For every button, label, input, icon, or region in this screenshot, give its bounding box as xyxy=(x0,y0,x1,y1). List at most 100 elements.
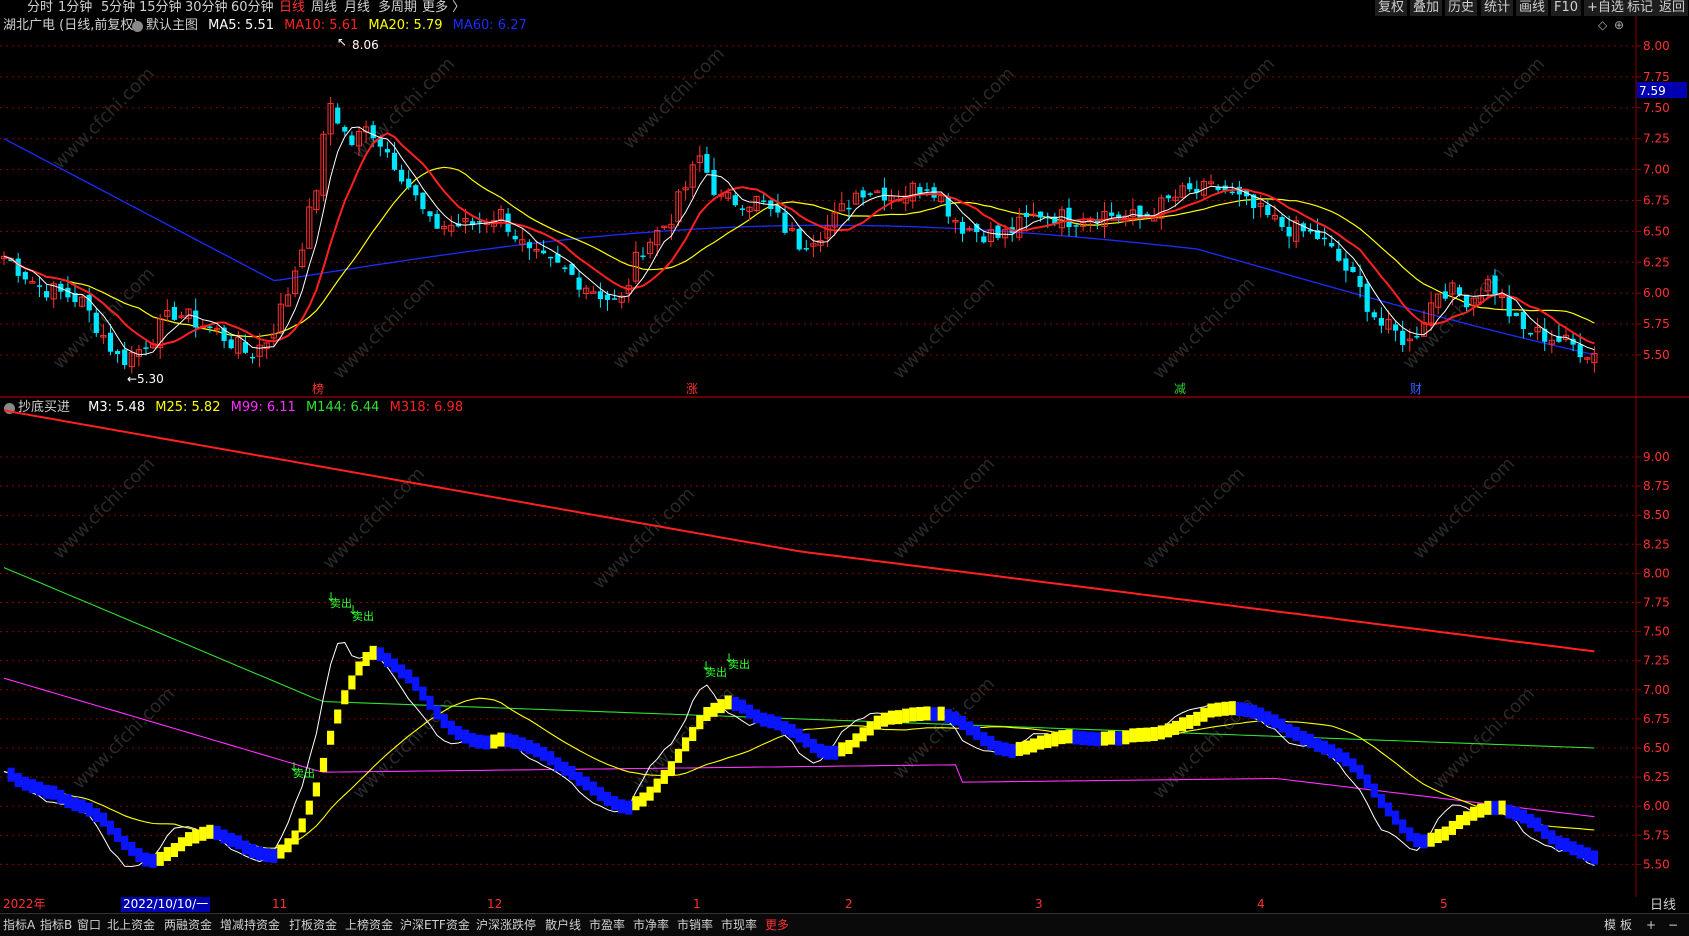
ribbon-segment xyxy=(994,740,1002,755)
ribbon-segment xyxy=(163,847,171,862)
price-tick-label: 5.50 xyxy=(1643,348,1670,362)
marker-zhang[interactable]: 涨 xyxy=(686,381,698,396)
bottom-tab-etf-funds[interactable]: 沪深ETF资金 xyxy=(400,917,470,933)
ribbon-segment xyxy=(469,733,477,748)
bottom-tab-holdings-change[interactable]: 增减持资金 xyxy=(220,917,280,933)
ribbon-segment xyxy=(738,699,746,714)
ribbon-segment xyxy=(213,825,221,840)
ribbon-segment xyxy=(1221,701,1229,716)
low-price-label: ←5.30 xyxy=(127,372,164,386)
ribbon-segment xyxy=(341,690,349,705)
ribbon-segment xyxy=(561,761,569,776)
ribbon-segment xyxy=(355,661,363,676)
marker-jian[interactable]: 减 xyxy=(1174,382,1186,396)
ribbon-segment xyxy=(192,829,200,844)
ribbon-segment xyxy=(951,711,959,726)
bottom-tab-more[interactable]: 更多 xyxy=(765,917,789,933)
ribbon-segment xyxy=(1001,742,1009,757)
candle-down xyxy=(171,307,177,320)
candle-down xyxy=(228,339,234,349)
ribbon-segment xyxy=(1228,701,1236,716)
ribbon-segment xyxy=(504,733,512,748)
candle-down xyxy=(576,277,582,290)
ribbon-segment xyxy=(646,786,654,801)
ribbon-segment xyxy=(248,844,257,859)
bottom-tab-margin[interactable]: 两融资金 xyxy=(164,917,212,933)
candle-down xyxy=(93,312,99,333)
ribbon-segment xyxy=(170,843,178,858)
candle-down xyxy=(867,193,873,195)
indicator-tick-label: 7.25 xyxy=(1643,654,1670,668)
candle-down xyxy=(597,291,603,300)
bottom-tab-pe[interactable]: 市盈率 xyxy=(589,917,625,933)
mode-button[interactable]: 模 xyxy=(1604,917,1616,933)
ribbon-segment xyxy=(568,765,576,780)
candle-down xyxy=(1322,237,1328,240)
candle-down xyxy=(1371,312,1377,318)
ribbon-segment xyxy=(703,707,711,722)
marker-cai[interactable]: 财 xyxy=(1410,382,1422,396)
bottom-tab-pcf[interactable]: 市现率 xyxy=(721,917,757,933)
kline-chart[interactable]: www.cfchi.com www.cfchi.com www.cfchi.com w… xyxy=(0,0,1689,897)
ribbon-segment xyxy=(263,848,271,863)
candle-down xyxy=(512,235,518,240)
ribbon-segment xyxy=(277,844,285,859)
ribbon-segment xyxy=(1179,717,1187,732)
ribbon-segment xyxy=(575,771,583,786)
ribbon-segment xyxy=(1122,730,1130,745)
ribbon-segment xyxy=(50,785,58,800)
candle-down xyxy=(981,236,987,243)
ribbon-segment xyxy=(1115,731,1123,746)
ribbon-segment xyxy=(554,757,562,772)
ribbon-segment xyxy=(916,706,924,721)
candle-down xyxy=(122,349,128,366)
ribbon-segment xyxy=(149,853,157,868)
bottom-tab-limit-up-funds[interactable]: 打板资金 xyxy=(289,917,337,933)
candle-down xyxy=(1393,324,1399,331)
bottom-tab-board-funds[interactable]: 上榜资金 xyxy=(345,917,393,933)
bottom-tab-retail-line[interactable]: 散户线 xyxy=(545,917,581,933)
ribbon-segment xyxy=(1200,707,1208,722)
zoom-out-button[interactable]: − xyxy=(1668,917,1678,933)
ribbon-segment xyxy=(106,820,115,835)
ribbon-segment xyxy=(1477,803,1485,818)
bottom-tab-pb[interactable]: 市净率 xyxy=(633,917,669,933)
marker-bang[interactable]: 榜 xyxy=(312,381,324,396)
bottom-tab-limit-stats[interactable]: 沪深涨跌停 xyxy=(476,917,536,933)
ribbon-segment xyxy=(1100,731,1109,746)
board-button[interactable]: 板 xyxy=(1620,917,1632,933)
ribbon-segment xyxy=(816,743,825,758)
ribbon-segment xyxy=(1370,783,1378,798)
ribbon-segment xyxy=(1463,811,1471,826)
ribbon-segment xyxy=(206,824,214,839)
ribbon-segment xyxy=(1015,741,1023,756)
ribbon-segment xyxy=(1079,731,1087,746)
ribbon-segment xyxy=(987,735,995,750)
candle-down xyxy=(335,107,341,124)
ribbon-segment xyxy=(1008,743,1016,758)
ribbon-segment xyxy=(1548,830,1556,845)
ribbon-segment xyxy=(873,715,881,730)
ribbon-segment xyxy=(753,709,761,724)
zoom-in-button[interactable]: + xyxy=(1646,917,1656,933)
bottom-tab-indicator-a[interactable]: 指标A xyxy=(3,917,35,933)
ribbon-segment xyxy=(1377,793,1385,808)
ribbon-segment xyxy=(57,789,65,804)
bottom-tab-window[interactable]: 窗口 xyxy=(77,917,101,933)
ribbon-segment xyxy=(1363,774,1371,789)
ribbon-segment xyxy=(930,707,938,722)
ribbon-segment xyxy=(973,725,981,740)
bottom-tab-indicator-b[interactable]: 指标B xyxy=(40,917,72,933)
ribbon-segment xyxy=(887,710,896,725)
ribbon-segment xyxy=(291,830,299,845)
ribbon-segment xyxy=(497,732,505,747)
bottom-toolbar: 指标A 指标B 窗口 北上资金 两融资金 增减持资金 打板资金 上榜资金 沪深E… xyxy=(0,913,1689,936)
bottom-tab-northbound[interactable]: 北上资金 xyxy=(107,917,155,933)
ribbon-segment xyxy=(461,729,470,744)
ribbon-segment xyxy=(1029,738,1038,753)
watermark-text: www.cfchi.com xyxy=(1139,463,1249,573)
date-label-feb: 2 xyxy=(845,897,853,911)
bottom-tab-ps[interactable]: 市销率 xyxy=(677,917,713,933)
ribbon-segment xyxy=(1086,731,1094,746)
ribbon-segment xyxy=(1526,813,1535,828)
